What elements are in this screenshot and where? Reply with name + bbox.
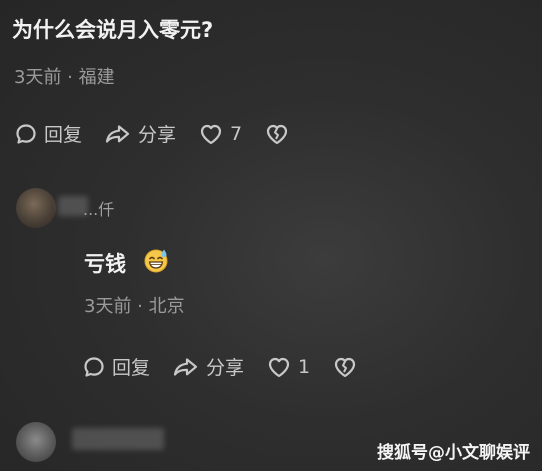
reply-text: 亏钱 [84,246,170,279]
heart-icon [198,122,224,146]
watermark: 搜狐号@小文聊娱评 [377,443,530,463]
grinning-sweat-emoji [142,246,170,279]
comment-meta: 3天前 · 福建 [14,67,115,88]
comment-bubble-icon [14,122,38,146]
reply-button[interactable]: 回复 [82,353,150,380]
avatar[interactable] [16,422,56,462]
like-button[interactable]: 7 [198,122,242,146]
reply-label: 回复 [112,357,151,379]
reply-text-content: 亏钱 [84,251,126,276]
reply-label: 回复 [44,124,83,146]
share-label: 分享 [138,124,177,146]
share-label: 分享 [206,357,245,379]
dislike-button[interactable] [332,355,364,379]
like-count: 1 [298,355,311,378]
share-button[interactable]: 分享 [172,353,244,380]
avatar[interactable] [16,188,56,228]
broken-heart-icon [332,355,358,379]
comment-bubble-icon [82,355,106,379]
like-button[interactable]: 1 [266,355,310,379]
reply-meta: 3天前 · 北京 [84,296,185,317]
reply-actions: 回复 分享 1 [82,353,386,380]
dislike-button[interactable] [264,122,296,146]
broken-heart-icon [264,122,290,146]
comment-actions: 回复 分享 7 [14,120,318,147]
reply-button[interactable]: 回复 [14,120,82,147]
reply-username[interactable]: ...仟 [83,196,114,220]
share-arrow-icon [172,355,200,379]
like-count: 7 [230,122,243,145]
comment-text: 为什么会说月入零元? [12,18,214,42]
share-arrow-icon [104,122,132,146]
blurred-username [72,428,164,450]
share-button[interactable]: 分享 [104,120,176,147]
heart-icon [266,355,292,379]
